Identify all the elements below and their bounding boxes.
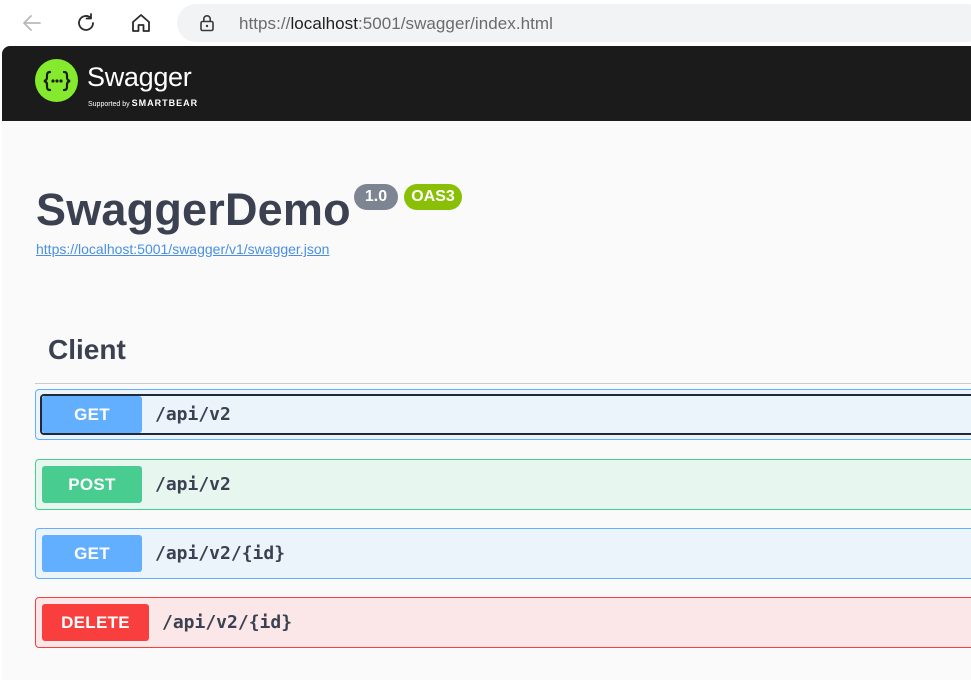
url-scheme: https:// <box>239 14 291 33</box>
method-badge-delete: DELETE <box>42 604 149 641</box>
supported-prefix: Supported by <box>88 101 130 108</box>
operation-path: /api/v2 <box>155 404 231 425</box>
page-viewport: Swagger Supported by SMARTBEAR SwaggerDe… <box>2 46 971 680</box>
tag-title-client[interactable]: Client <box>48 334 126 366</box>
page-title: SwaggerDemo <box>36 184 351 235</box>
url-path: :5001/swagger/index.html <box>357 14 553 33</box>
lock-icon[interactable] <box>199 14 215 37</box>
url-text: https://localhost:5001/swagger/index.htm… <box>239 14 553 34</box>
address-bar[interactable]: https://localhost:5001/swagger/index.htm… <box>177 4 971 42</box>
spec-json-link[interactable]: https://localhost:5001/swagger/v1/swagge… <box>36 241 329 257</box>
swagger-brand[interactable]: Swagger <box>87 62 192 93</box>
home-icon[interactable] <box>125 7 157 39</box>
browser-toolbar: https://localhost:5001/swagger/index.htm… <box>0 0 971 46</box>
supported-by-label: Supported by SMARTBEAR <box>88 98 198 108</box>
reload-icon[interactable] <box>70 7 102 39</box>
operation-path: /api/v2/{id} <box>162 612 293 633</box>
method-badge-get: GET <box>42 396 142 433</box>
operation-path: /api/v2/{id} <box>155 543 286 564</box>
method-badge-get: GET <box>42 535 142 572</box>
tag-divider <box>35 383 971 384</box>
operation-get-api-v2[interactable]: GET /api/v2 <box>35 389 971 440</box>
operation-path: /api/v2 <box>155 474 231 495</box>
swagger-topbar: Swagger Supported by SMARTBEAR <box>2 46 971 121</box>
back-arrow-icon[interactable] <box>16 7 48 39</box>
smartbear-label: SMARTBEAR <box>131 98 199 108</box>
version-badge: 1.0 <box>354 184 398 210</box>
operation-delete-api-v2-id[interactable]: DELETE /api/v2/{id} <box>35 597 971 648</box>
url-host: localhost <box>290 14 358 33</box>
operation-get-api-v2-id[interactable]: GET /api/v2/{id} <box>35 528 971 579</box>
method-badge-post: POST <box>42 466 142 503</box>
swagger-logo-icon[interactable] <box>35 59 78 102</box>
operation-post-api-v2[interactable]: POST /api/v2 <box>35 459 971 510</box>
oas-badge: OAS3 <box>404 184 462 210</box>
